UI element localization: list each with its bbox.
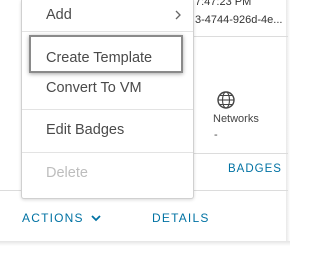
actions-menu: Add Create Template Convert To VM Edit B… [21,0,194,199]
chevron-down-icon [91,215,101,222]
card-edge-bottom [0,241,290,246]
menu-item-label: Convert To VM [46,80,142,96]
menu-separator [22,152,193,153]
menu-item-add[interactable]: Add [22,0,193,31]
menu-item-edit-badges[interactable]: Edit Badges [22,114,193,146]
actions-dropdown-button[interactable]: ACTIONS [22,211,102,225]
network-globe-icon [217,91,235,109]
actions-label: ACTIONS [22,211,84,225]
chevron-right-icon [175,10,181,20]
menu-item-label: Edit Badges [46,122,125,138]
menu-item-label: Delete [46,165,88,181]
menu-item-convert-to-vm[interactable]: Convert To VM [22,72,193,104]
menu-item-label: Create Template [46,50,153,66]
menu-item-create-template[interactable]: Create Template [22,42,193,74]
menu-item-delete: Delete [22,157,193,189]
vm-summary-page: 7:47:23 PM 3-4744-926d-4e... Networks - … [0,0,290,254]
details-link[interactable]: DETAILS [152,211,210,225]
divider [194,36,288,37]
networks-value: - [214,129,218,141]
vm-uuid-text: 3-4744-926d-4e... [195,14,283,26]
menu-separator [22,109,193,110]
badges-link[interactable]: BADGES [228,163,282,175]
menu-separator [22,31,193,32]
networks-label: Networks [213,113,259,125]
menu-item-label: Add [46,7,72,23]
divider [194,153,288,154]
vm-time-text: 7:47:23 PM [195,0,252,8]
